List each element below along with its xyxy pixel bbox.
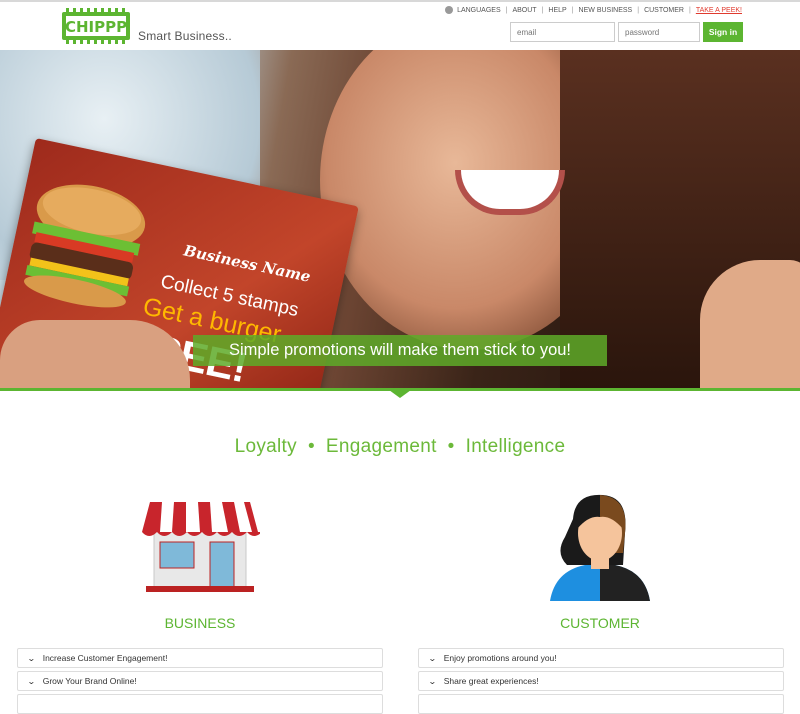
nav-about[interactable]: ABOUT [512, 7, 536, 14]
accordion-label: Grow Your Brand Online! [42, 676, 137, 686]
pillar-intelligence: Intelligence [465, 436, 566, 457]
accordion-label: Increase Customer Engagement! [42, 653, 168, 663]
nav-new-business[interactable]: NEW BUSINESS [579, 7, 633, 14]
pillar-loyalty: Loyalty [234, 436, 297, 457]
accordion-label: Enjoy promotions around you! [443, 653, 557, 663]
pillar-separator: • [447, 436, 455, 457]
hero-caption: Simple promotions will make them stick t… [193, 335, 607, 366]
email-field[interactable] [510, 22, 615, 42]
customer-accordion-item[interactable]: ⌄ Share great experiences! [418, 671, 784, 691]
customer-avatar-icon [550, 494, 650, 601]
signin-button[interactable]: Sign in [703, 22, 743, 42]
login-form: Sign in [510, 22, 743, 42]
nav-separator: | [571, 6, 574, 14]
chevron-down-icon: ⌄ [26, 676, 36, 686]
tagline: Smart Business.. [138, 29, 232, 43]
hero-banner: Business Name Collect 5 stamps Get a bur… [0, 50, 800, 390]
chevron-down-icon: ⌄ [427, 676, 437, 686]
value-pillars: Loyalty • Engagement • Intelligence [0, 436, 800, 458]
globe-icon [445, 6, 454, 14]
hero-notch [389, 390, 411, 398]
nav-customer[interactable]: CUSTOMER [644, 7, 684, 14]
nav-separator: | [689, 6, 691, 14]
chevron-down-icon: ⌄ [26, 653, 36, 663]
nav-separator: | [505, 6, 508, 14]
customer-heading: CUSTOMER [560, 615, 640, 631]
pillar-separator: • [307, 436, 315, 457]
pillar-engagement: Engagement [325, 436, 437, 457]
svg-text:CHIPPP: CHIPPP [65, 18, 127, 36]
password-field[interactable] [618, 22, 700, 42]
accordion-label: Share great experiences! [443, 676, 539, 686]
nav-help[interactable]: HELP [548, 7, 566, 14]
nav-take-a-peek[interactable]: TAKE A PEEK! [696, 7, 742, 14]
business-accordion-item[interactable]: ⌄ Grow Your Brand Online! [17, 671, 383, 691]
nav-separator: | [637, 6, 640, 14]
business-accordion-item[interactable]: ⌄ Increase Customer Engagement! [17, 648, 383, 668]
customer-accordion-item[interactable]: ⌄ Enjoy promotions around you! [418, 648, 784, 668]
site-header: CHIPPP Smart Business.. LANGUAGES | ABOU… [0, 2, 800, 50]
burger-icon [24, 184, 146, 308]
top-nav: LANGUAGES | ABOUT | HELP | NEW BUSINESS … [445, 6, 742, 14]
hero-hand-right [700, 260, 800, 390]
nav-separator: | [541, 6, 544, 14]
business-heading: BUSINESS [164, 615, 236, 631]
customer-accordion-item[interactable] [418, 694, 784, 714]
nav-languages[interactable]: LANGUAGES [457, 7, 501, 14]
chippp-logo[interactable]: CHIPPP [60, 8, 132, 44]
store-icon [142, 502, 260, 592]
chevron-down-icon: ⌄ [427, 653, 437, 663]
hero-hand-left [0, 320, 190, 390]
business-accordion-item[interactable] [17, 694, 383, 714]
